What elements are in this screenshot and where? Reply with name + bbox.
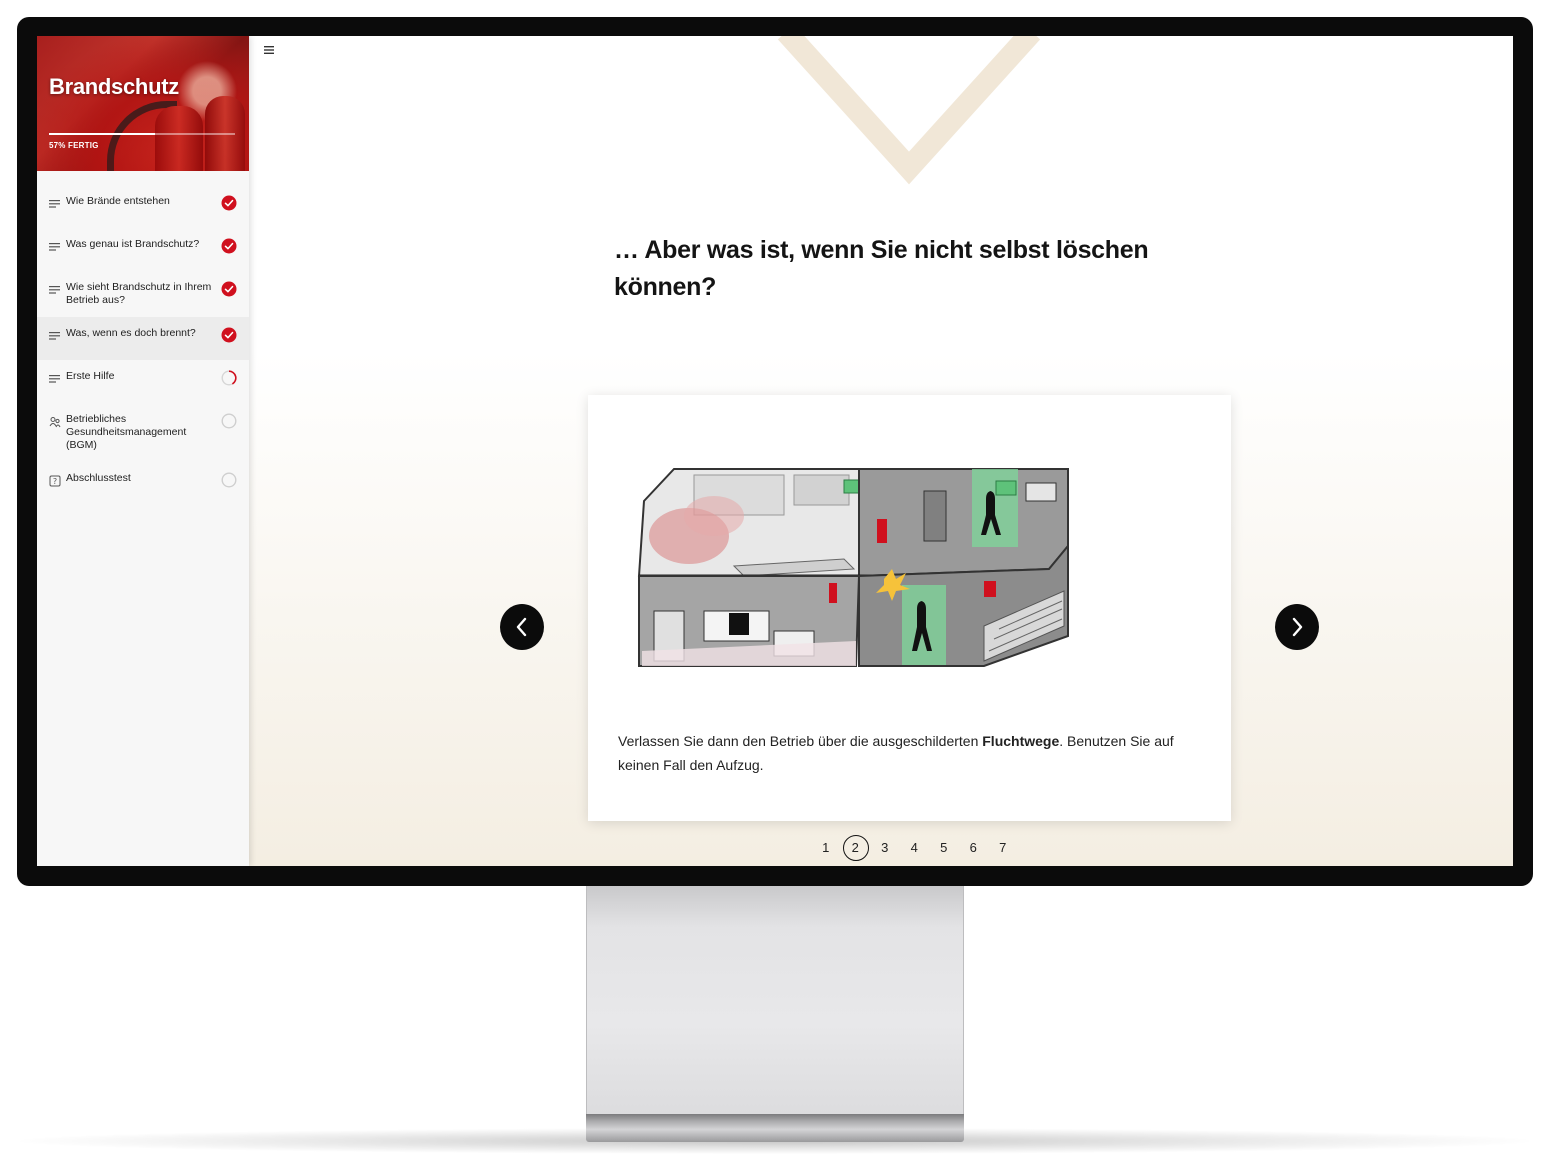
empty-circle-icon [221,413,237,429]
slide-card: Verlassen Sie dann den Betrieb über die … [588,395,1231,821]
menu-toggle-button[interactable] [263,44,277,58]
chevron-left-icon [516,617,527,637]
lesson-label: Wie sieht Brandschutz in Ihrem Betrieb a… [66,281,212,306]
page-7-button[interactable]: 7 [988,835,1018,861]
course-progress-fill [49,133,156,135]
check-circle-icon [221,238,237,254]
lesson-item[interactable]: Erste Hilfe [37,360,249,403]
text-lines-icon [49,372,61,384]
page-5-button[interactable]: 5 [929,835,959,861]
check-circle-icon [221,195,237,211]
lesson-label: Was genau ist Brandschutz? [66,238,200,250]
lesson-item[interactable]: Was, wenn es doch brennt? [37,317,249,360]
lesson-list: Wie Brände entstehen Was genau ist Brands… [37,171,249,505]
lesson-label: Was, wenn es doch brennt? [66,327,196,339]
lesson-item[interactable]: ? Abschlusstest [37,462,249,505]
course-sidebar: Brandschutz 57% FERTIG Wie Brände entste… [37,36,249,866]
lesson-label: Erste Hilfe [66,370,115,382]
progress-ring-icon [221,370,237,386]
text-lines-icon [49,197,61,209]
svg-text:?: ? [53,477,57,486]
quiz-icon: ? [49,474,61,487]
next-slide-button[interactable] [1275,604,1319,650]
check-circle-icon [221,327,237,343]
empty-circle-icon [221,472,237,488]
lesson-item[interactable]: Wie sieht Brandschutz in Ihrem Betrieb a… [37,271,249,317]
course-hero: Brandschutz 57% FERTIG [37,36,249,171]
check-circle-icon [221,281,237,297]
page-2-button[interactable]: 2 [841,835,871,861]
screen: Brandschutz 57% FERTIG Wie Brände entste… [37,36,1513,866]
people-icon [49,415,61,428]
slide-pagination: 1234567 [811,835,1018,861]
page-6-button[interactable]: 6 [959,835,989,861]
chevron-right-icon [1292,617,1303,637]
lesson-item[interactable]: Wie Brände entstehen [37,185,249,228]
slide-caption: Verlassen Sie dann den Betrieb über die … [618,733,1174,773]
lesson-label: Abschlusstest [66,472,131,484]
page-1-button[interactable]: 1 [811,835,841,861]
monitor-stand [586,886,964,1116]
course-progress-bar [49,133,235,135]
lesson-heading: … Aber was ist, wenn Sie nicht selbst lö… [614,236,1149,301]
previous-slide-button[interactable] [500,604,544,650]
text-lines-icon [49,283,61,295]
lesson-label: Wie Brände entstehen [66,195,170,207]
course-progress-label: 57% FERTIG [49,141,99,150]
lesson-item[interactable]: Betriebliches Gesundheitsmanagement (BGM… [37,403,249,462]
chevron-decoration [777,36,1041,185]
lesson-item[interactable]: Was genau ist Brandschutz? [37,228,249,271]
highlight-term: Fluchtwege [982,733,1060,749]
lesson-content: … Aber was ist, wenn Sie nicht selbst lö… [249,36,1513,866]
lesson-label: Betriebliches Gesundheitsmanagement (BGM… [66,413,187,451]
page-3-button[interactable]: 3 [870,835,900,861]
building-evacuation-illustration [637,468,1069,667]
text-lines-icon [49,240,61,252]
text-lines-icon [49,329,61,341]
monitor-stand-base [586,1114,964,1142]
course-title: Brandschutz [49,74,179,99]
hamburger-icon [264,46,274,54]
page-4-button[interactable]: 4 [900,835,930,861]
